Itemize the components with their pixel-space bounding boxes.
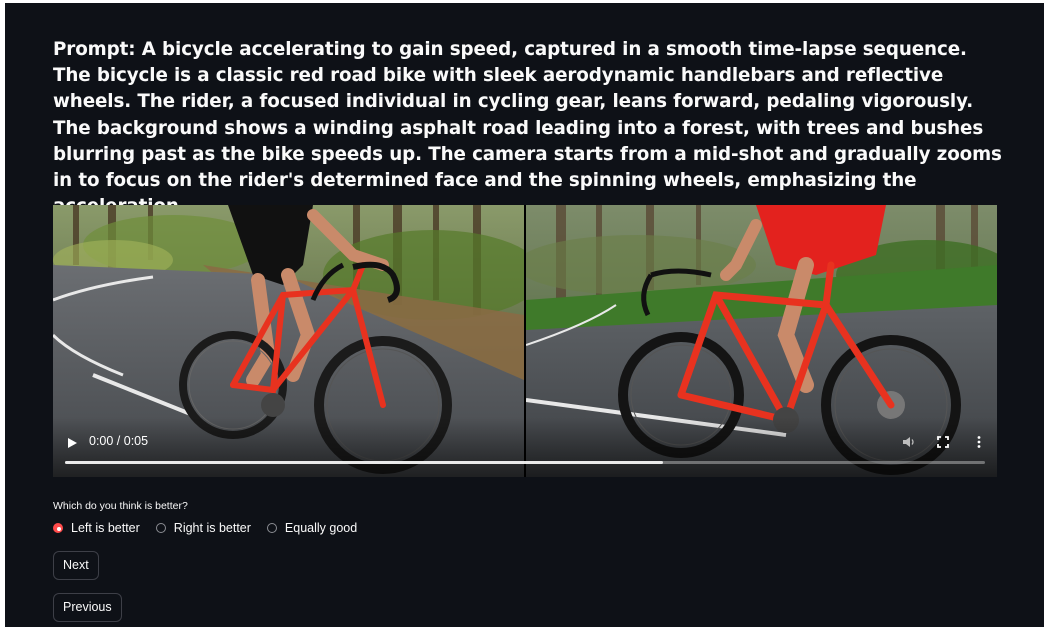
radio-label: Left is better xyxy=(71,521,140,535)
radio-indicator xyxy=(53,523,63,533)
fullscreen-icon[interactable] xyxy=(935,434,951,450)
next-button[interactable]: Next xyxy=(53,551,99,580)
radio-indicator xyxy=(155,523,166,533)
play-icon[interactable] xyxy=(65,435,79,449)
radio-label: Equally good xyxy=(284,521,358,535)
previous-button[interactable]: Previous xyxy=(53,593,122,622)
time-display: 0:00 / 0:05 xyxy=(89,434,149,448)
question-label: Which do you think is better? xyxy=(53,500,188,512)
more-options-icon[interactable] xyxy=(971,434,987,450)
prompt-text: Prompt: A bicycle accelerating to gain s… xyxy=(53,39,1002,217)
video-progress-bar[interactable] xyxy=(65,461,985,464)
radio-left-is-better[interactable]: Left is better xyxy=(53,521,140,535)
radio-indicator xyxy=(266,523,277,533)
comparison-video-player[interactable]: 0:00 / 0:05 xyxy=(53,205,997,477)
radio-right-is-better[interactable]: Right is better xyxy=(155,521,251,535)
video-progress-fill xyxy=(65,461,663,464)
radio-equally-good[interactable]: Equally good xyxy=(266,521,358,535)
screenshot-frame: Prompt: A bicycle accelerating to gain s… xyxy=(0,0,1047,627)
app-container: Prompt: A bicycle accelerating to gain s… xyxy=(5,3,1044,627)
radio-label: Right is better xyxy=(173,521,251,535)
preference-radio-group: Left is better Right is better Equally g… xyxy=(53,521,373,535)
volume-icon[interactable] xyxy=(901,434,917,450)
controls-overlay xyxy=(53,417,997,477)
